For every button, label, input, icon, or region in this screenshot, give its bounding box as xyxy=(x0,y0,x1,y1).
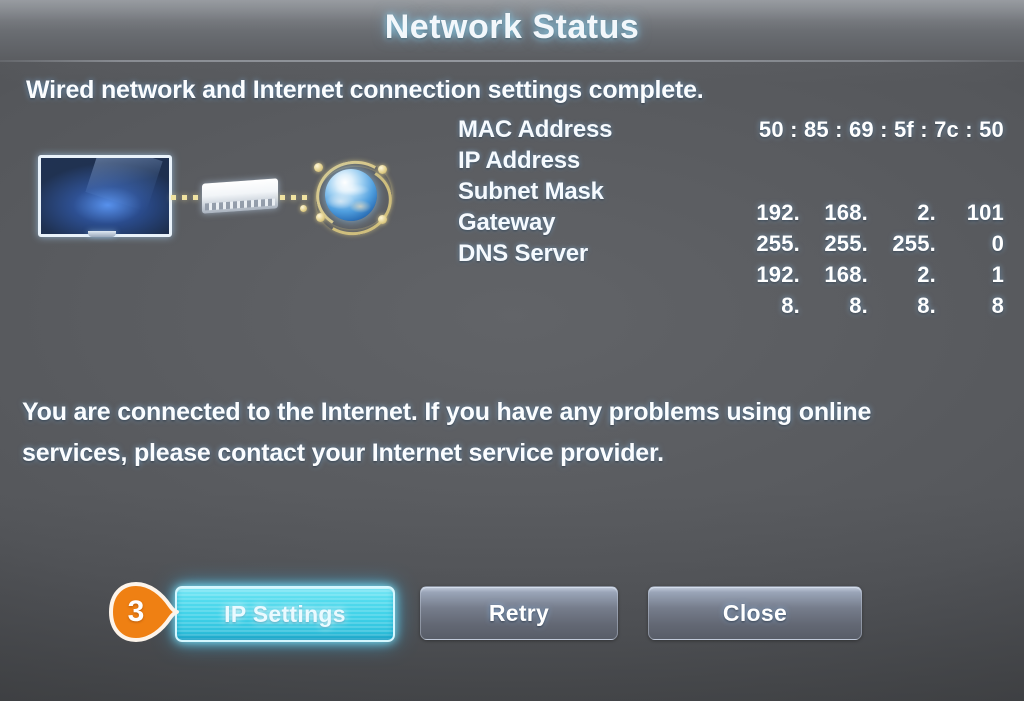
table-row: Subnet Mask 255. 255. 255. 0 xyxy=(458,178,1004,256)
table-row: Gateway 192. 168. 2. 1 xyxy=(458,209,1004,287)
dns-octet-4: 8 xyxy=(991,293,1004,318)
header-bar: Network Status xyxy=(0,0,1024,62)
ip-settings-button[interactable]: IP Settings xyxy=(175,586,395,642)
dns-octets: 8. 8. 8. 8 xyxy=(669,267,1004,345)
ethernet-cable-left-icon xyxy=(171,195,201,200)
tv-icon xyxy=(38,155,172,237)
info-label-mac-address: MAC Address xyxy=(458,116,613,143)
table-row: MAC Address 50 : 85 : 69 : 5f : 7c : 50 xyxy=(458,116,1004,147)
info-label-ip-address: IP Address xyxy=(458,147,581,174)
headline-text: Wired network and Internet connection se… xyxy=(26,76,704,104)
globe-node-bottom-right xyxy=(378,215,387,224)
page-title: Network Status xyxy=(384,8,640,46)
header-divider xyxy=(0,60,1024,62)
globe-icon xyxy=(300,153,399,243)
close-button-label: Close xyxy=(722,599,788,626)
table-row: DNS Server 8. 8. 8. 8 xyxy=(458,240,1004,318)
router-icon xyxy=(202,178,278,214)
globe-node-top-left xyxy=(314,163,323,172)
table-row: IP Address 192. 168. 2. 101 xyxy=(458,147,1004,225)
network-info-table: MAC Address 50 : 85 : 69 : 5f : 7c : 50 … xyxy=(458,116,1004,318)
router-ports xyxy=(205,198,275,211)
tv-stand-icon xyxy=(88,231,116,237)
tv-network-status-screen: Network Status Wired network and Interne… xyxy=(0,0,1024,701)
info-value-mac-address: 50 : 85 : 69 : 5f : 7c : 50 xyxy=(758,117,1004,142)
ip-settings-button-label: IP Settings xyxy=(224,600,346,627)
step-badge-number: 3 xyxy=(127,595,145,628)
retry-button-label: Retry xyxy=(488,599,550,626)
connection-status-message: You are connected to the Internet. If yo… xyxy=(22,398,872,467)
dns-octet-3: 8. xyxy=(917,293,936,318)
info-label-dns-server: DNS Server xyxy=(458,240,589,267)
info-label-gateway: Gateway xyxy=(458,209,556,236)
network-diagram xyxy=(30,145,400,250)
step-badge-pointer: 3 xyxy=(108,582,180,642)
dns-octet-1: 8. xyxy=(781,293,800,318)
globe-node-bottom-left xyxy=(316,213,325,222)
globe-sphere xyxy=(325,169,377,221)
globe-node-top-right xyxy=(378,165,387,174)
info-label-subnet-mask: Subnet Mask xyxy=(458,178,604,205)
retry-button[interactable]: Retry xyxy=(420,586,618,640)
globe-landmass xyxy=(325,169,377,221)
ethernet-cable-right-icon xyxy=(280,195,312,200)
globe-node-far-left xyxy=(300,205,307,212)
dns-octet-2: 8. xyxy=(849,293,868,318)
info-value-dns-server: 8. 8. 8. 8 xyxy=(618,241,1004,371)
close-button[interactable]: Close xyxy=(648,586,862,640)
